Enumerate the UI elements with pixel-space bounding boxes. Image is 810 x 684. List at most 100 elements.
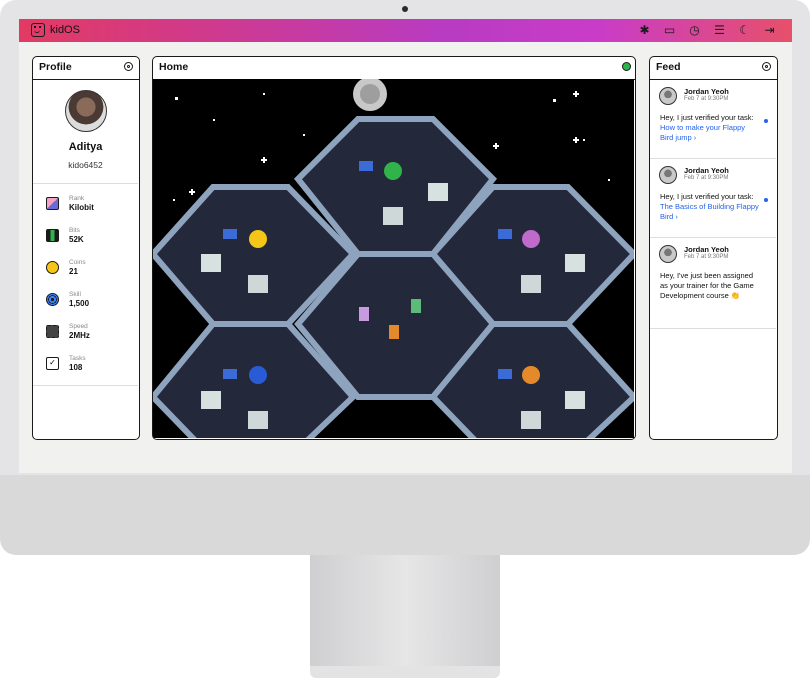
feed-post[interactable]: Jordan Yeoh Feb 7 at 9:30PM Hey, I just … <box>650 79 776 159</box>
post-time: Feb 7 at 9:30PM <box>684 254 729 260</box>
clock-icon[interactable]: ◷ <box>686 22 703 39</box>
stat-coins: Coins 21 <box>46 259 86 276</box>
top-bar-icons: ✱ ▭ ◷ ☰ ☾ ⇥ <box>636 22 778 39</box>
monitor-foot <box>310 666 500 678</box>
camera <box>402 6 408 12</box>
skill-icon <box>46 293 59 306</box>
task-link[interactable]: How to make your Flappy Bird jump › <box>660 123 745 142</box>
home-panel: Home <box>152 56 636 440</box>
post-author: Jordan Yeoh <box>684 87 729 96</box>
stat-tasks: ✓ Tasks 108 <box>46 355 86 372</box>
profile-title: Profile <box>39 61 72 73</box>
stat-value: 2MHz <box>69 331 90 340</box>
post-body: Hey, I just verified your task: <box>660 192 754 201</box>
stat-label: Skill <box>69 291 81 298</box>
post-text: Hey, I just verified your task: How to m… <box>660 113 760 143</box>
flag-sprite <box>223 229 237 239</box>
flag-sprite <box>223 369 237 379</box>
avatar-sprite <box>389 325 399 339</box>
author-avatar <box>659 245 677 263</box>
bug-icon[interactable]: ✱ <box>636 22 653 39</box>
profile-header: Profile <box>33 57 139 80</box>
portal-blue <box>249 366 267 384</box>
brand-name: kidOS <box>50 24 80 36</box>
stat-rank: Rank Kilobit <box>46 195 94 212</box>
robot-sprite <box>428 183 448 201</box>
home-header: Home <box>153 57 635 80</box>
computer-sprite <box>521 411 541 429</box>
stat-value: 108 <box>69 363 83 372</box>
chip-icon <box>46 325 59 338</box>
rank-icon <box>46 197 59 210</box>
post-time: Feb 7 at 9:30PM <box>684 96 729 102</box>
computer-sprite <box>383 207 403 225</box>
portal-green <box>384 162 402 180</box>
stat-label: Tasks <box>69 355 86 362</box>
profile-username: kido6452 <box>68 160 103 170</box>
computer-sprite <box>248 411 268 429</box>
screen: kidOS ✱ ▭ ◷ ☰ ☾ ⇥ Profile Aditya kido645… <box>19 19 792 473</box>
stat-value: 21 <box>69 267 78 276</box>
author-avatar <box>659 166 677 184</box>
avatar-sprite <box>411 299 421 313</box>
moon-icon[interactable]: ☾ <box>736 22 753 39</box>
robot-sprite <box>201 254 221 272</box>
robot-sprite <box>565 254 585 272</box>
feed-panel: Feed Jordan Yeoh Feb 7 at 9:30PM Hey, I … <box>649 56 778 440</box>
stat-bits: Bits 52K <box>46 227 84 244</box>
stat-skill: Skill 1,500 <box>46 291 89 308</box>
flag-sprite <box>498 229 512 239</box>
online-status-icon <box>622 62 631 71</box>
avatar-sprite <box>359 307 369 321</box>
moon-crater <box>360 84 380 104</box>
divider <box>33 183 138 184</box>
stat-value: Kilobit <box>69 203 94 212</box>
portal-yellow <box>249 230 267 248</box>
post-author: Jordan Yeoh <box>684 245 729 254</box>
stat-value: 1,500 <box>69 299 90 308</box>
sliders-icon[interactable]: ☰ <box>711 22 728 39</box>
profile-settings-icon[interactable] <box>124 62 133 71</box>
flag-sprite <box>498 369 512 379</box>
unread-dot-icon <box>764 198 768 202</box>
stat-label: Speed <box>69 323 88 330</box>
feed-post[interactable]: Jordan Yeoh Feb 7 at 9:30PM Hey, I just … <box>650 158 776 238</box>
feed-settings-icon[interactable] <box>762 62 771 71</box>
task-link[interactable]: The Basics of Building Flappy Bird › <box>660 202 759 221</box>
kidos-logo-icon[interactable] <box>31 23 45 37</box>
monitor-chin <box>0 475 810 555</box>
post-body: Hey, I just verified your task: <box>660 113 754 122</box>
stat-label: Coins <box>69 259 86 266</box>
video-icon[interactable]: ▭ <box>661 22 678 39</box>
post-time: Feb 7 at 9:30PM <box>684 175 729 181</box>
game-canvas[interactable] <box>153 77 635 439</box>
feed-post[interactable]: Jordan Yeoh Feb 7 at 9:30PM Hey, I've ju… <box>650 237 776 329</box>
profile-panel: Profile Aditya kido6452 Rank Kilobit Bits… <box>32 56 140 440</box>
bits-icon <box>46 229 59 242</box>
computer-sprite <box>521 275 541 293</box>
stat-label: Rank <box>69 195 85 202</box>
tasks-icon: ✓ <box>46 357 59 370</box>
robot-sprite <box>201 391 221 409</box>
feed-header: Feed <box>650 57 777 80</box>
flag-sprite <box>359 161 373 171</box>
computer-sprite <box>248 275 268 293</box>
portal-orange <box>522 366 540 384</box>
stat-speed: Speed 2MHz <box>46 323 90 340</box>
author-avatar <box>659 87 677 105</box>
profile-name: Aditya <box>68 141 103 153</box>
avatar <box>65 90 107 132</box>
portal-purple <box>522 230 540 248</box>
monitor-bezel: kidOS ✱ ▭ ◷ ☰ ☾ ⇥ Profile Aditya kido645… <box>0 0 810 475</box>
stat-label: Bits <box>69 227 80 234</box>
stat-value: 52K <box>69 235 84 244</box>
post-text: Hey, I just verified your task: The Basi… <box>660 192 760 222</box>
monitor-stand <box>310 555 500 672</box>
feed-title: Feed <box>656 61 681 73</box>
logout-icon[interactable]: ⇥ <box>761 22 778 39</box>
robot-sprite <box>565 391 585 409</box>
divider <box>33 385 138 386</box>
post-author: Jordan Yeoh <box>684 166 729 175</box>
top-bar: kidOS ✱ ▭ ◷ ☰ ☾ ⇥ <box>19 19 792 42</box>
coin-icon <box>46 261 59 274</box>
